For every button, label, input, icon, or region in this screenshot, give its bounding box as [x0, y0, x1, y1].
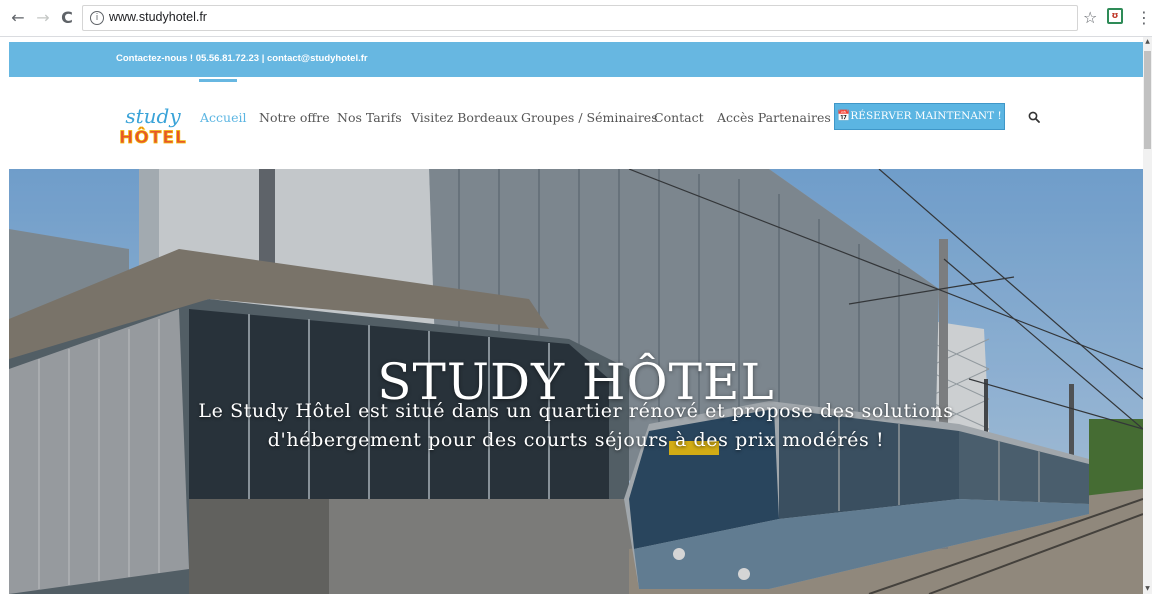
browser-toolbar: ← → C i www.studyhotel.fr ☆ ʊ ⋮ [0, 0, 1152, 37]
logo-study-text: study [125, 104, 181, 128]
nav-accueil[interactable]: Accueil [200, 110, 246, 125]
contact-bar: Contactez-nous ! 05.56.81.72.23 | contac… [9, 42, 1143, 77]
nav-visitez-bordeaux[interactable]: Visitez Bordeaux [411, 110, 518, 125]
site-header: study HÔTEL Accueil Notre offre Nos Tari… [9, 77, 1143, 169]
logo-hotel-text: HÔTEL [119, 126, 187, 148]
scrollbar-thumb[interactable] [1144, 51, 1151, 149]
nav-acces-partenaires[interactable]: Accès Partenaires [717, 110, 831, 125]
search-icon[interactable] [1028, 111, 1040, 123]
nav-nos-tarifs[interactable]: Nos Tarifs [337, 110, 402, 125]
scroll-up-icon[interactable]: ▲ [1143, 37, 1152, 47]
scroll-down-icon[interactable]: ▼ [1143, 584, 1152, 594]
address-bar[interactable]: i www.studyhotel.fr [82, 5, 1078, 31]
active-nav-indicator [199, 79, 237, 82]
reload-icon[interactable]: C [57, 8, 77, 28]
bookmark-star-icon[interactable]: ☆ [1083, 8, 1097, 27]
site-logo[interactable]: study HÔTEL [113, 101, 193, 149]
contact-info[interactable]: Contactez-nous ! 05.56.81.72.23 | contac… [116, 53, 368, 64]
extension-icon[interactable]: ʊ [1107, 8, 1123, 24]
page-scrollbar[interactable]: ▲ ▼ [1143, 37, 1152, 594]
nav-contact[interactable]: Contact [654, 110, 704, 125]
nav-notre-offre[interactable]: Notre offre [259, 110, 330, 125]
forward-arrow-icon[interactable]: → [33, 8, 53, 28]
nav-groupes-seminaires[interactable]: Groupes / Séminaires [521, 110, 658, 125]
info-icon[interactable]: i [90, 11, 104, 25]
hero-banner: STUDY HÔTEL Le Study Hôtel est situé dan… [9, 169, 1143, 594]
hero-description: Le Study Hôtel est situé dans un quartie… [159, 397, 993, 455]
hero-description-line2: d'hébergement pour des courts séjours à … [267, 429, 885, 451]
hero-description-line1: Le Study Hôtel est situé dans un quartie… [198, 400, 954, 422]
menu-dots-icon[interactable]: ⋮ [1136, 8, 1152, 27]
url-text[interactable]: www.studyhotel.fr [109, 10, 207, 24]
reserve-now-button[interactable]: 📅RÉSERVER MAINTENANT ! [834, 103, 1005, 130]
back-arrow-icon[interactable]: ← [8, 8, 28, 28]
